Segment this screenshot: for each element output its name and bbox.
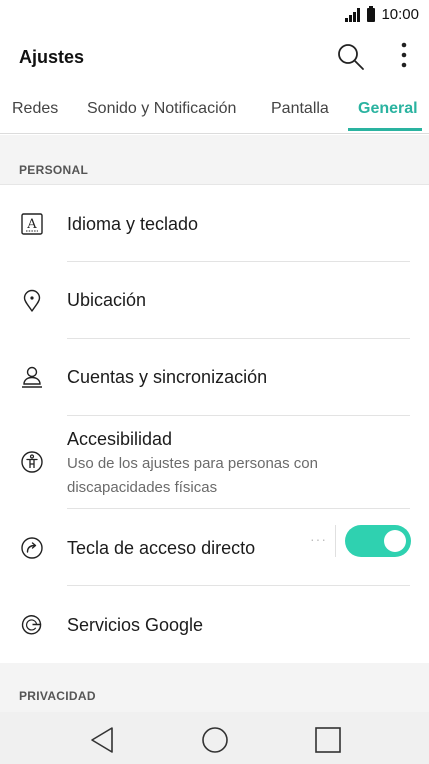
- item-label: Accesibilidad: [67, 429, 173, 449]
- toggle-knob: [384, 530, 406, 552]
- list-item-tecla-acceso-directo[interactable]: Tecla de acceso directo ···: [0, 509, 429, 586]
- shortcut-key-toggle[interactable]: [345, 525, 411, 557]
- shortcut-key-icon: [21, 537, 43, 559]
- tab-redes[interactable]: Redes: [12, 100, 58, 118]
- recents-square-icon[interactable]: [313, 725, 343, 755]
- tab-sonido-notificacion[interactable]: Sonido y Notificación: [87, 100, 236, 118]
- item-sublabel: Uso de los ajustes para personas con dis…: [67, 455, 318, 496]
- location-pin-icon: [23, 289, 41, 312]
- item-label: Cuentas y sincronización: [67, 367, 268, 387]
- navigation-bar: [0, 712, 429, 764]
- search-icon[interactable]: [336, 42, 366, 72]
- section-header-personal: PERSONAL: [0, 135, 429, 185]
- list-item-cuentas-sincronizacion[interactable]: Cuentas y sincronización: [0, 339, 429, 416]
- section-header-label: PRIVACIDAD: [19, 689, 96, 703]
- back-triangle-icon[interactable]: [88, 725, 118, 755]
- signal-icon: [345, 7, 361, 22]
- drag-handle-dots: ···: [310, 531, 327, 547]
- more-vert-icon[interactable]: [392, 40, 416, 70]
- accessibility-icon: [21, 451, 43, 473]
- item-label: Tecla de acceso directo: [67, 538, 256, 558]
- account-sync-icon: [22, 366, 42, 388]
- page-title: Ajustes: [19, 47, 85, 67]
- item-label: Servicios Google: [67, 615, 204, 635]
- google-icon: [21, 615, 42, 635]
- app-bar: Ajustes: [0, 32, 429, 84]
- svg-text:A: A: [26, 217, 37, 232]
- section-header-label: PERSONAL: [19, 163, 89, 177]
- vertical-separator: [335, 525, 336, 557]
- battery-icon: [367, 5, 376, 22]
- list-item-accesibilidad[interactable]: Accesibilidad Uso de los ajustes para pe…: [0, 416, 429, 509]
- tab-general[interactable]: General: [358, 100, 418, 118]
- status-bar: 10:00: [0, 0, 429, 32]
- item-label: Idioma y teclado: [67, 214, 199, 234]
- status-indicators: 10:00: [345, 5, 419, 23]
- list-item-ubicacion[interactable]: Ubicación: [0, 262, 429, 339]
- active-tab-indicator: [348, 128, 422, 131]
- item-label: Ubicación: [67, 290, 147, 310]
- language-keyboard-icon: A: [21, 213, 43, 235]
- tab-bar: Redes Sonido y Notificación Pantalla Gen…: [0, 84, 429, 134]
- home-circle-icon[interactable]: [200, 725, 230, 755]
- list-item-servicios-google[interactable]: Servicios Google: [0, 586, 429, 663]
- status-time: 10:00: [381, 6, 419, 23]
- tab-pantalla[interactable]: Pantalla: [271, 100, 329, 118]
- list-item-idioma-teclado[interactable]: A Idioma y teclado: [0, 186, 429, 262]
- section-header-privacidad: PRIVACIDAD: [0, 663, 429, 713]
